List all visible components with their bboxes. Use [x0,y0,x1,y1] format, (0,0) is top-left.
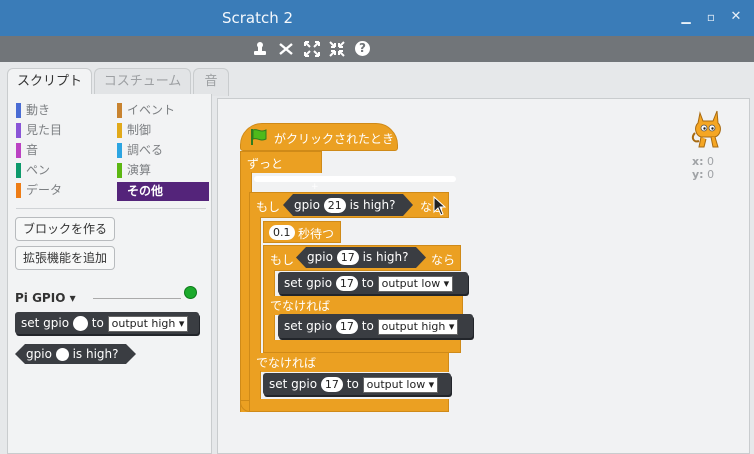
pin-input[interactable] [56,348,69,361]
when-flag-clicked-block[interactable]: がクリックされたとき [240,123,398,151]
help-icon[interactable]: ? [355,41,370,56]
plus-icon: + [311,182,319,192]
cut-icon[interactable] [278,41,294,57]
forever-block[interactable]: ずっと [240,151,322,173]
gpio-is-high-block[interactable]: gpio is high? [15,344,136,364]
else-label-bar: でなければ [249,353,449,372]
drop-indicator [254,176,456,182]
tab-sounds[interactable]: 音 [193,68,229,96]
mode-dropdown[interactable]: output low ▾ [362,376,439,393]
duplicate-icon[interactable] [252,41,268,57]
tab-scripts[interactable]: スクリプト [7,68,92,97]
category-looks[interactable]: 見た目 [16,121,108,140]
extension-header[interactable]: Pi GPIO ▾ [15,291,76,305]
if-else-block-inner-foot [263,340,461,353]
set-gpio-17-output-low-block[interactable]: set gpio 17 to output low ▾ [278,272,468,294]
window-title: Scratch 2 [222,9,294,27]
category-more-blocks[interactable]: その他 [117,182,209,201]
if-else-block-outer-arm [249,371,261,401]
if-else-block-outer-foot [249,399,449,412]
minimize-icon[interactable]: ▁ [679,10,693,24]
category-events[interactable]: イベント [117,101,209,120]
gpio-17-is-high-reporter[interactable]: gpio 17 is high? [296,247,426,268]
palette-divider [16,208,206,209]
sprite-thumbnail-icon[interactable] [691,107,725,151]
wait-block[interactable]: 0.1 秒待つ [263,221,341,243]
toolbar: ? [0,36,754,62]
sprite-y-coordinate: y: 0 [692,168,715,181]
set-gpio-17-output-low-block[interactable]: set gpio 17 to output low ▾ [263,373,451,395]
mode-dropdown[interactable]: output high ▾ [107,315,189,332]
add-extension-button[interactable]: 拡張機能を追加 [15,246,116,270]
chevron-down-icon: ▾ [69,291,76,305]
category-sound[interactable]: 音 [16,141,108,160]
mouse-cursor-icon [433,195,447,220]
sprite-x-coordinate: x: 0 [692,155,714,168]
set-gpio-17-output-high-block[interactable]: set gpio 17 to output high ▾ [278,314,473,338]
category-motion[interactable]: 動き [16,101,108,120]
extension-name: Pi GPIO [15,291,66,305]
tab-costumes[interactable]: コスチューム [94,68,191,96]
mode-dropdown[interactable]: output high ▾ [377,318,459,335]
green-flag-icon [249,128,269,150]
make-block-button[interactable]: ブロックを作る [15,217,116,241]
extension-divider [93,298,181,299]
tab-bar: スクリプト コスチューム 音 [0,62,754,97]
pin-input[interactable] [72,316,88,331]
category-operators[interactable]: 演算 [117,161,209,180]
title-bar: Scratch 2 ▁ ▫ ✕ [0,0,754,36]
maximize-icon[interactable]: ▫ [704,10,718,24]
category-data[interactable]: データ [16,181,108,200]
if-block-outer-arm [249,217,261,354]
block-palette: 動き 見た目 音 ペン データ イベント 制御 調べる 演算 その他 ブロックを… [7,94,212,454]
category-control[interactable]: 制御 [117,121,209,140]
category-sensing[interactable]: 調べる [117,141,209,160]
shrink-icon[interactable] [329,41,345,57]
extension-status-indicator [184,286,197,299]
close-icon[interactable]: ✕ [729,10,743,24]
grow-icon[interactable] [304,41,320,57]
gpio-21-is-high-reporter[interactable]: gpio 21 is high? [283,194,413,216]
category-pen[interactable]: ペン [16,161,108,180]
else-label-bar: でなければ [263,296,463,315]
mode-dropdown[interactable]: output low ▾ [377,275,454,292]
scratch-window: Scratch 2 ▁ ▫ ✕ ? スクリプト コスチューム 音 動き 見た目 [0,0,754,454]
set-gpio-block[interactable]: set gpio to output high ▾ [15,312,199,334]
